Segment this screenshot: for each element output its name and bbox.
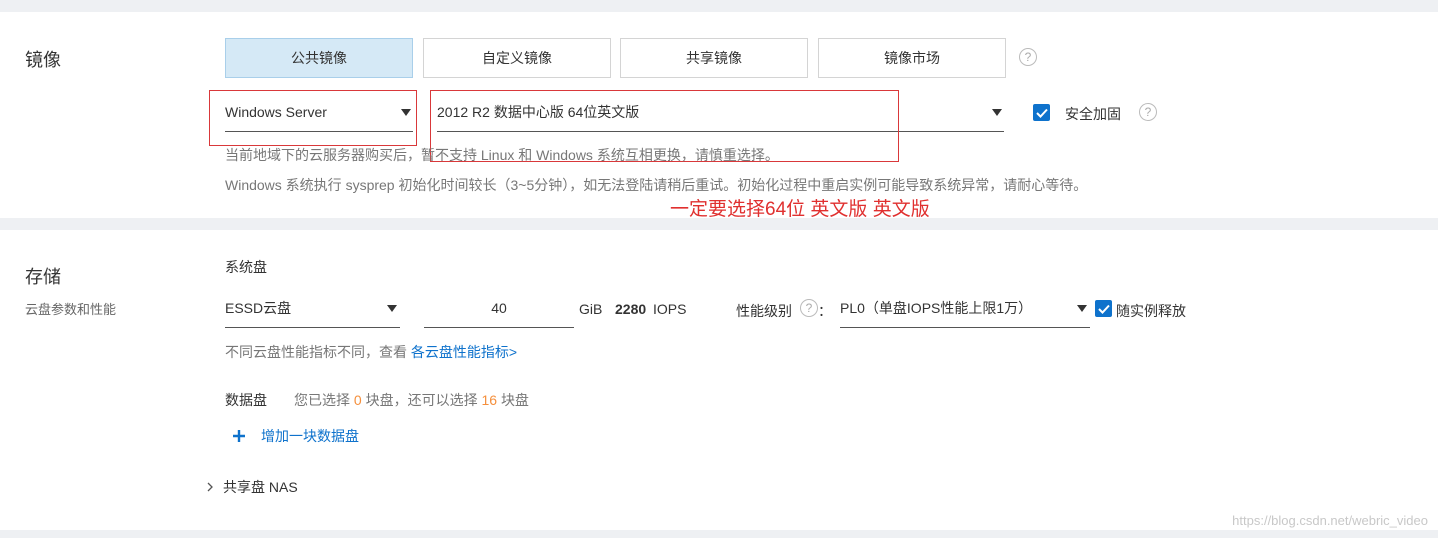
- add-data-disk-label: 增加一块数据盘: [261, 428, 359, 444]
- data-disk-label: 数据盘: [225, 392, 267, 408]
- perf-level-colon: ：: [818, 303, 832, 319]
- release-label: 随实例释放: [1116, 303, 1186, 319]
- chevron-down-icon: [401, 109, 411, 116]
- tab-custom-image[interactable]: 自定义镜像: [423, 38, 611, 78]
- data-disk-summary: 您已选择 0 块盘，还可以选择 16 块盘: [294, 390, 529, 410]
- security-checkbox[interactable]: [1033, 104, 1050, 121]
- chevron-right-icon: [207, 482, 213, 492]
- help-icon[interactable]: ?: [1019, 48, 1037, 66]
- os-select-value: Windows Server: [225, 103, 327, 120]
- chevron-down-icon: [992, 109, 1002, 116]
- disk-size-input[interactable]: 40: [424, 288, 574, 328]
- tab-shared-image[interactable]: 共享镜像: [620, 38, 808, 78]
- watermark: https://blog.csdn.net/webric_video: [1232, 513, 1428, 528]
- data-disk-remaining-count: 16: [481, 392, 498, 408]
- data-disk-text-c: 块盘: [500, 392, 529, 408]
- image-hint-2: Windows 系统执行 sysprep 初始化时间较长（3~5分钟），如无法登…: [225, 177, 1088, 193]
- check-icon: [1035, 108, 1048, 118]
- perf-level-label: 性能级别: [736, 303, 792, 319]
- storage-section-subtitle: 云盘参数和性能: [25, 302, 117, 317]
- os-select[interactable]: Windows Server: [225, 92, 413, 132]
- data-disk-text-b: 块盘，还可以选择: [365, 392, 478, 408]
- iops-unit: IOPS: [653, 301, 687, 317]
- help-icon[interactable]: ?: [800, 299, 818, 317]
- help-icon[interactable]: ?: [1139, 103, 1157, 121]
- iops-value: 2280: [615, 301, 647, 317]
- storage-panel: 存储 云盘参数和性能 系统盘 ESSD云盘 40 GiB 2280 IOPS 性…: [0, 230, 1438, 530]
- perf-metrics-link[interactable]: 各云盘性能指标>: [411, 344, 517, 360]
- image-panel: 镜像 公共镜像 自定义镜像 共享镜像 镜像市场 ? Windows Server…: [0, 12, 1438, 220]
- data-disk-text-a: 您已选择: [294, 392, 350, 408]
- perf-level-select[interactable]: PL0（单盘IOPS性能上限1万）: [840, 288, 1090, 328]
- version-select[interactable]: 2012 R2 数据中心版 64位英文版: [437, 92, 1004, 132]
- image-section-title: 镜像: [25, 50, 61, 70]
- chevron-down-icon: [1077, 305, 1087, 312]
- nas-label: 共享盘 NAS: [223, 479, 298, 495]
- tab-public-image[interactable]: 公共镜像: [225, 38, 413, 78]
- nas-toggle[interactable]: 共享盘 NAS: [206, 477, 298, 497]
- annotation-text: 一定要选择64位 英文版 英文版: [670, 199, 930, 220]
- add-data-disk-button[interactable]: 增加一块数据盘: [231, 426, 359, 446]
- size-unit: GiB: [579, 301, 603, 317]
- perf-hint: 不同云盘性能指标不同，查看 各云盘性能指标>: [225, 342, 517, 362]
- data-disk-selected-count: 0: [353, 392, 362, 408]
- disk-type-value: ESSD云盘: [225, 299, 292, 316]
- version-select-value: 2012 R2 数据中心版 64位英文版: [437, 103, 640, 120]
- system-disk-label: 系统盘: [225, 259, 267, 275]
- chevron-down-icon: [387, 305, 397, 312]
- check-icon: [1097, 304, 1110, 314]
- plus-icon: [233, 430, 245, 442]
- storage-section-title: 存储: [25, 267, 61, 287]
- perf-level-value: PL0（单盘IOPS性能上限1万）: [840, 299, 1033, 316]
- perf-hint-prefix: 不同云盘性能指标不同，查看: [225, 344, 407, 360]
- image-hint-1: 当前地域下的云服务器购买后，暂不支持 Linux 和 Windows 系统互相更…: [225, 147, 779, 163]
- release-checkbox[interactable]: [1095, 300, 1112, 317]
- tab-image-market[interactable]: 镜像市场: [818, 38, 1006, 78]
- disk-type-select[interactable]: ESSD云盘: [225, 288, 400, 328]
- security-label: 安全加固: [1065, 106, 1121, 122]
